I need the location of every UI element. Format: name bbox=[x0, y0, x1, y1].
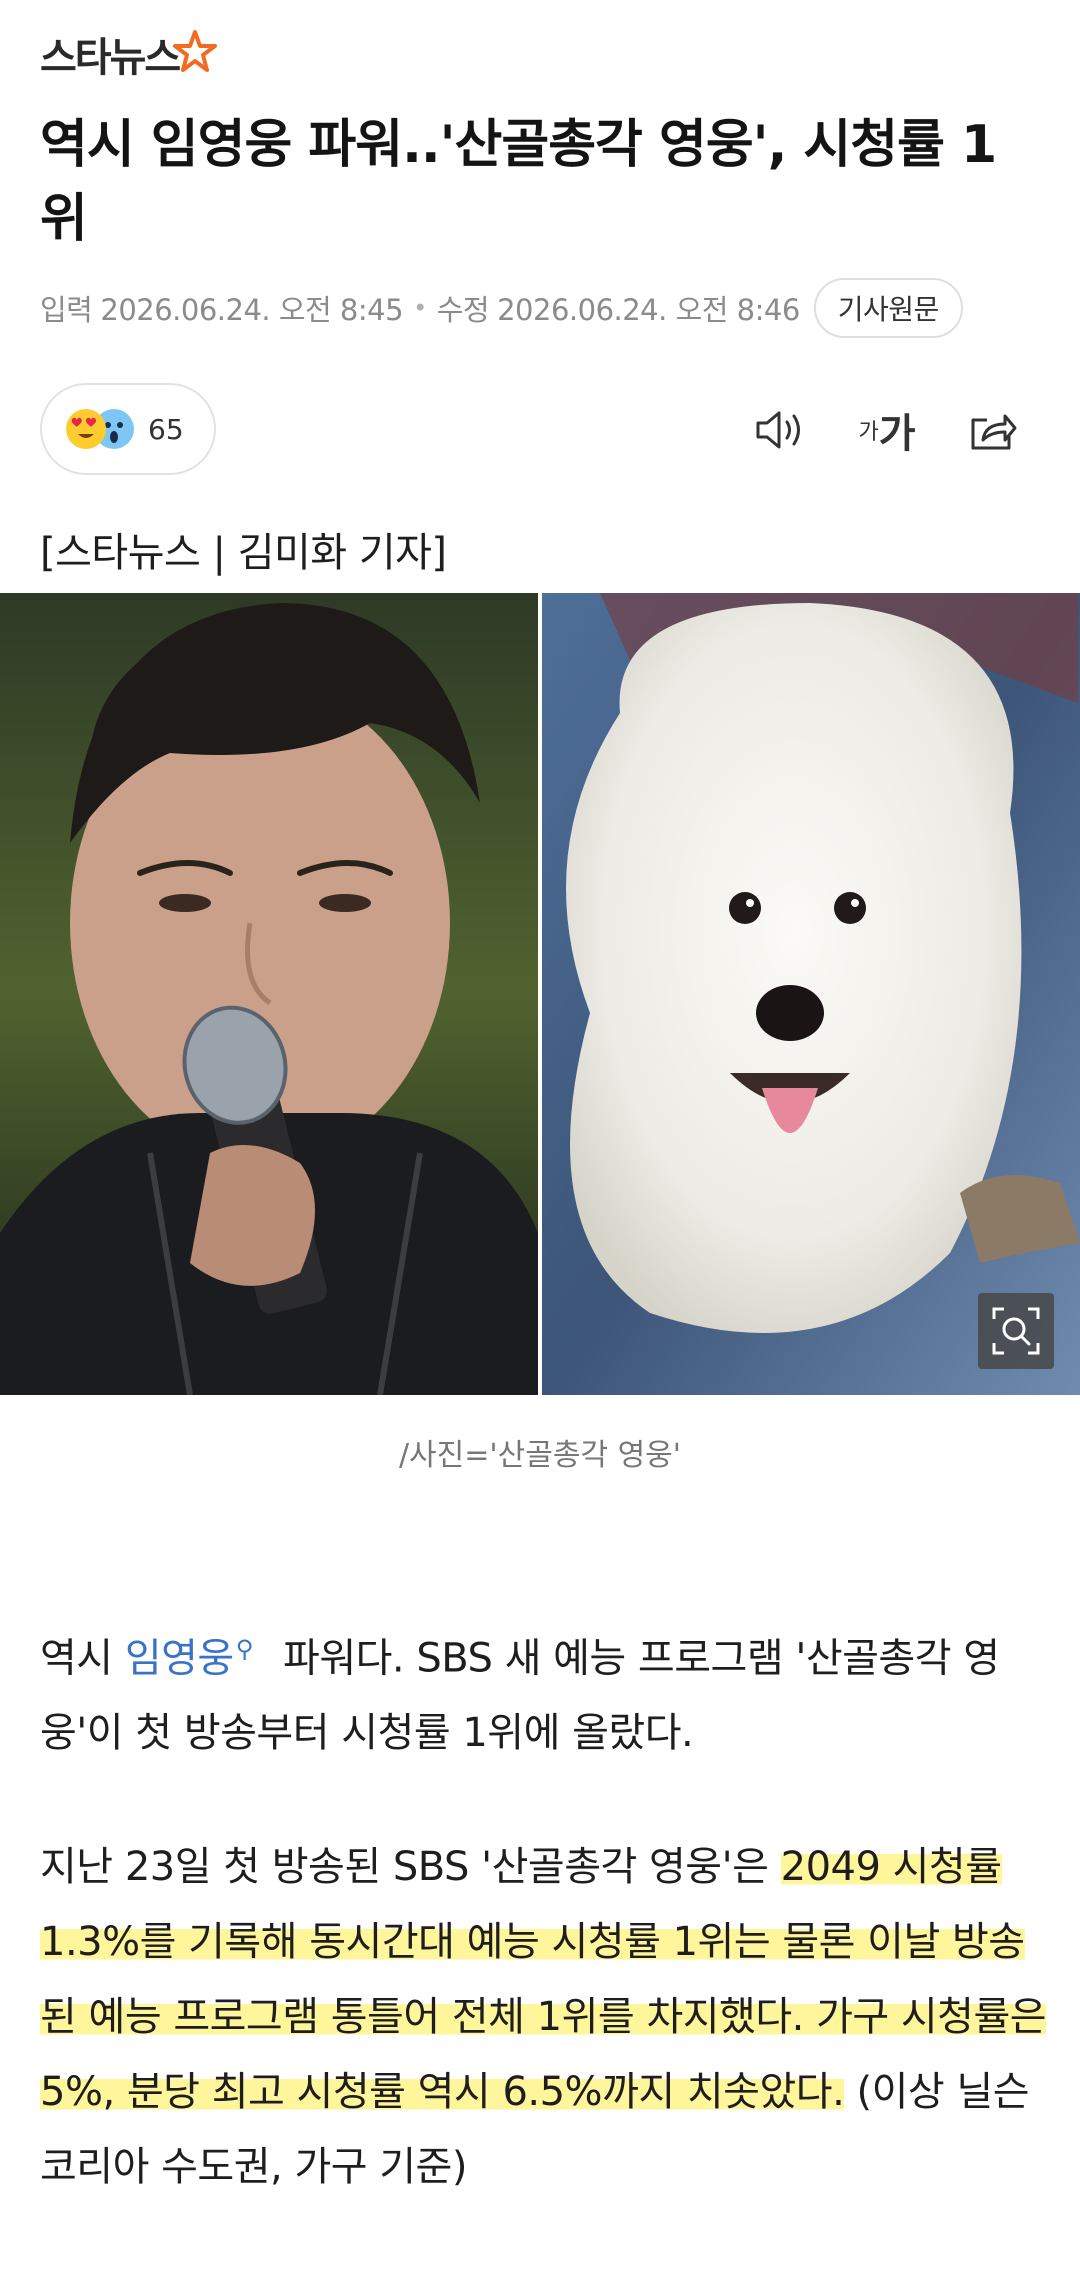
article-title: 역시 임영웅 파워..'산골총각 영웅', 시청률 1위 bbox=[40, 115, 997, 249]
article-photo[interactable] bbox=[0, 593, 1080, 1395]
zoom-icon bbox=[992, 1307, 1040, 1355]
keyword-link-lim-young-woong[interactable]: 임영웅 bbox=[125, 1635, 234, 1681]
text-to-speech-button[interactable] bbox=[748, 395, 812, 465]
share-button[interactable] bbox=[958, 395, 1028, 465]
font-big-label: 가 bbox=[878, 411, 916, 457]
heart-eyes-emoji-icon bbox=[66, 409, 106, 449]
original-article-button[interactable]: 기사원문 bbox=[813, 278, 963, 338]
article-meta: 입력 2026.06.24. 오전 8:45 • 수정 2026.06.24. … bbox=[40, 278, 963, 338]
meta-separator: • bbox=[413, 294, 427, 322]
font-small-label: 가 bbox=[858, 420, 879, 445]
photo-caption: /사진='산골총각 영웅' bbox=[398, 1438, 682, 1473]
speaker-icon bbox=[756, 411, 800, 449]
font-size-button[interactable]: 가 가 bbox=[852, 395, 922, 465]
photo-illustration bbox=[0, 593, 1080, 1395]
zoom-button[interactable] bbox=[978, 1293, 1054, 1369]
article-paragraph-2: 지난 23일 첫 방송된 SBS '산골총각 영웅'은 2049 시청률 1.3… bbox=[40, 1830, 1050, 2205]
keyword-search-icon[interactable]: ⚲ bbox=[236, 1635, 254, 1663]
edit-label: 수정 bbox=[436, 293, 490, 327]
paragraph-2-lead: 지난 23일 첫 방송된 SBS '산골총각 영웅'은 bbox=[40, 1844, 781, 1890]
input-label: 입력 bbox=[40, 293, 93, 327]
input-time: 2026.06.24. 오전 8:45 bbox=[100, 293, 404, 327]
logo-star-icon bbox=[173, 30, 218, 72]
share-icon bbox=[971, 414, 1017, 450]
paragraph-1-lead: 역시 bbox=[40, 1635, 125, 1682]
reaction-count: 65 bbox=[148, 412, 184, 446]
reaction-button[interactable]: 65 bbox=[40, 383, 216, 475]
logo-text: 스타뉴스 bbox=[40, 35, 181, 81]
site-logo[interactable]: 스타뉴스 bbox=[40, 24, 218, 84]
edit-time: 2026.06.24. 오전 8:46 bbox=[497, 293, 800, 327]
article-paragraph-1: 역시 임영웅⚲ 파워다. SBS 새 예능 프로그램 '산골총각 영웅'이 첫 … bbox=[40, 1612, 1050, 1771]
byline: [스타뉴스 | 김미화 기자] bbox=[40, 530, 447, 576]
